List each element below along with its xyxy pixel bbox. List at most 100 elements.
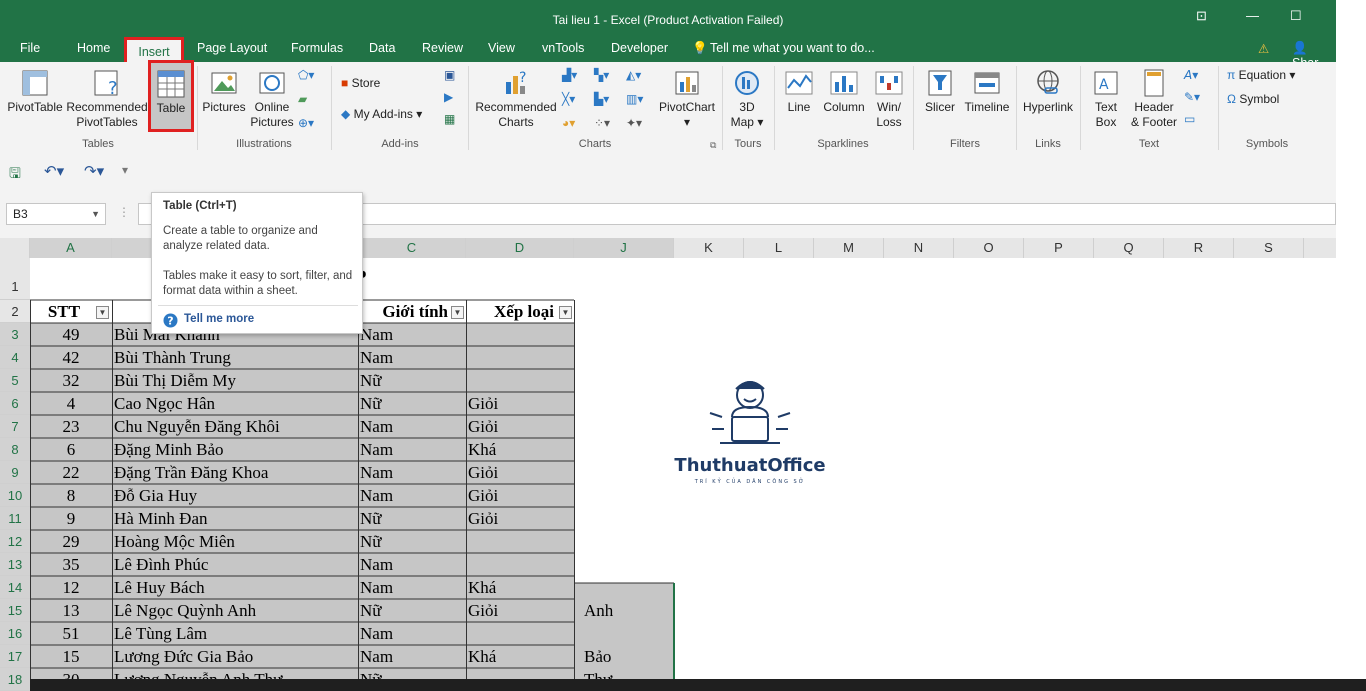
cell-rank[interactable]: Giỏi — [468, 461, 574, 484]
cell-name[interactable]: Lương Nguyễn Anh Thư — [114, 668, 358, 679]
cell-extra[interactable]: Thư — [584, 668, 674, 679]
cell-name[interactable]: Đặng Trần Đăng Khoa — [114, 461, 358, 484]
cell-extra[interactable] — [584, 622, 674, 645]
online-pictures-button[interactable]: Online Pictures — [248, 68, 296, 130]
cell-extra[interactable]: Anh — [584, 599, 674, 622]
column-header-q[interactable]: Q — [1094, 238, 1164, 258]
cell-rank[interactable] — [468, 346, 574, 369]
timeline-button[interactable]: Timeline — [962, 68, 1012, 115]
slicer-button[interactable]: Slicer — [920, 68, 960, 115]
formula-bar-splitter-icon[interactable]: ⋮ — [118, 205, 130, 219]
cell-rank[interactable]: Khá — [468, 576, 574, 599]
cell-stt[interactable]: 51 — [30, 622, 112, 645]
cell-stt[interactable]: 30 — [30, 668, 112, 679]
row-header[interactable]: 2 — [0, 300, 30, 323]
cell-rank[interactable]: Khá — [468, 645, 574, 668]
cell-extra[interactable]: Bảo — [584, 645, 674, 668]
cell-rank[interactable]: Khá — [468, 438, 574, 461]
row-header[interactable]: 1 — [0, 258, 30, 300]
column-header-p[interactable]: P — [1024, 238, 1094, 258]
symbol-button[interactable]: Ω Symbol — [1227, 92, 1279, 106]
warning-icon[interactable]: ⚠ — [1258, 41, 1269, 56]
cell-gender[interactable]: Nam — [360, 622, 466, 645]
cell-gender[interactable]: Nam — [360, 484, 466, 507]
row-header[interactable]: 13 — [0, 553, 30, 576]
cell-extra[interactable] — [584, 530, 674, 553]
object-icon[interactable]: ▭ — [1184, 112, 1195, 126]
row-header[interactable]: 11 — [0, 507, 30, 530]
cell-gender[interactable]: Nữ — [360, 530, 466, 553]
cell-rank[interactable] — [468, 668, 574, 679]
cell-extra[interactable] — [584, 346, 674, 369]
cell-name[interactable]: Lê Ngọc Quỳnh Anh — [114, 599, 358, 622]
name-box-dropdown-icon[interactable]: ▼ — [91, 204, 100, 224]
row-header[interactable]: 15 — [0, 599, 30, 622]
cell-gender[interactable]: Nam — [360, 323, 466, 346]
column-header-r[interactable]: R — [1164, 238, 1234, 258]
tab-review[interactable]: Review — [422, 41, 463, 55]
cell-name[interactable]: Bùi Thị Diễm My — [114, 369, 358, 392]
cell-name[interactable]: Đỗ Gia Huy — [114, 484, 358, 507]
cell-rank[interactable]: Giỏi — [468, 484, 574, 507]
charts-dialog-launcher-icon[interactable]: ⧉ — [710, 140, 716, 151]
cell-stt[interactable]: 32 — [30, 369, 112, 392]
cell-name[interactable]: Lương Đức Gia Bảo — [114, 645, 358, 668]
header-footer-button[interactable]: Header & Footer — [1126, 68, 1182, 130]
row-header[interactable]: 6 — [0, 392, 30, 415]
signature-line-icon[interactable]: ✎▾ — [1184, 90, 1200, 104]
table-button[interactable]: Table — [148, 60, 194, 132]
column-chart-icon[interactable]: ▟▾ — [562, 68, 577, 82]
cell-stt[interactable]: 9 — [30, 507, 112, 530]
cell-rank[interactable]: Giỏi — [468, 415, 574, 438]
cell-stt[interactable]: 8 — [30, 484, 112, 507]
row-header[interactable]: 4 — [0, 346, 30, 369]
ribbon-display-options-icon[interactable]: ⊡ — [1196, 8, 1207, 24]
cell-rank[interactable]: Giỏi — [468, 599, 574, 622]
wordart-icon[interactable]: 𝘈▾ — [1184, 68, 1198, 82]
undo-icon[interactable]: ↶▾ — [44, 162, 64, 180]
row-header[interactable]: 18 — [0, 668, 30, 691]
text-box-button[interactable]: A Text Box — [1086, 68, 1126, 130]
hierarchy-chart-icon[interactable]: ▚▾ — [594, 68, 609, 82]
recommended-charts-button[interactable]: ? Recommended Charts — [472, 68, 560, 130]
hyperlink-button[interactable]: Hyperlink — [1020, 68, 1076, 115]
cell-name[interactable]: Chu Nguyễn Đăng Khôi — [114, 415, 358, 438]
cell-extra[interactable] — [584, 323, 674, 346]
cell-stt[interactable]: 12 — [30, 576, 112, 599]
cell-stt[interactable]: 13 — [30, 599, 112, 622]
cell-stt[interactable]: 49 — [30, 323, 112, 346]
column-header-o[interactable]: O — [954, 238, 1024, 258]
cell-gender[interactable]: Nữ — [360, 668, 466, 679]
cell-gender[interactable]: Nữ — [360, 392, 466, 415]
visio-icon[interactable]: ▦ — [444, 112, 455, 126]
select-all-corner[interactable] — [0, 238, 30, 258]
cell-name[interactable]: Hoàng Mộc Miên — [114, 530, 358, 553]
row-header[interactable]: 10 — [0, 484, 30, 507]
pivottable-button[interactable]: PivotTable — [6, 68, 64, 115]
equation-button[interactable]: π Equation ▾ — [1227, 68, 1295, 82]
row-header[interactable]: 16 — [0, 622, 30, 645]
filter-dropdown-icon[interactable]: ▼ — [96, 306, 109, 319]
column-header-l[interactable]: L — [744, 238, 814, 258]
smartart-icon[interactable]: ▰ — [298, 92, 307, 106]
row-header[interactable]: 5 — [0, 369, 30, 392]
pivotchart-button[interactable]: PivotChart ▾ — [656, 68, 718, 130]
column-header-n[interactable]: N — [884, 238, 954, 258]
tell-me-more-link[interactable]: Tell me more — [184, 313, 254, 325]
cell-rank[interactable] — [468, 369, 574, 392]
cell-extra[interactable] — [584, 576, 674, 599]
cell-gender[interactable]: Nam — [360, 415, 466, 438]
tab-developer[interactable]: Developer — [611, 41, 668, 55]
3d-map-button[interactable]: 3D Map ▾ — [724, 68, 770, 130]
column-header-j[interactable]: J — [574, 238, 674, 258]
cell-stt[interactable]: 35 — [30, 553, 112, 576]
redo-icon[interactable]: ↷▾ — [84, 162, 104, 180]
row-header[interactable]: 8 — [0, 438, 30, 461]
cell-extra[interactable] — [584, 553, 674, 576]
filter-dropdown-icon[interactable]: ▼ — [559, 306, 572, 319]
cell-rank[interactable] — [468, 553, 574, 576]
column-header-c[interactable]: C — [358, 238, 466, 258]
screenshot-icon[interactable]: ⊕▾ — [298, 116, 314, 130]
shapes-icon[interactable]: ⬠▾ — [298, 68, 314, 82]
maximize-icon[interactable]: ☐ — [1290, 8, 1302, 24]
